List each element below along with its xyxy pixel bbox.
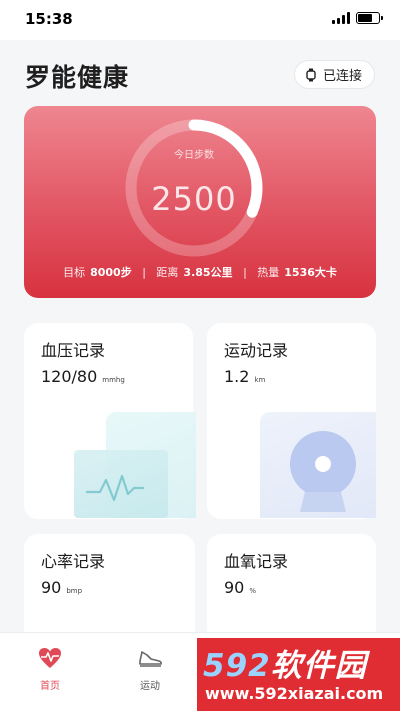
steps-card[interactable]: 今日步数 2500 目标 8000步 | 距离 3.85公里 | 热量 1536大卡: [24, 106, 376, 298]
goal-label: 目标: [63, 266, 86, 279]
battery-icon: [356, 12, 383, 24]
watch-icon: [306, 68, 316, 81]
status-bar: 15:38: [0, 0, 400, 40]
tab-home-label: 首页: [40, 681, 60, 692]
divider: |: [142, 266, 146, 279]
signal-icon: [332, 12, 350, 24]
connect-label: 已连接: [322, 69, 362, 84]
tab-sport[interactable]: 运动: [120, 647, 180, 692]
tab-home[interactable]: 首页: [20, 647, 80, 692]
tile-title: 心率记录: [41, 552, 106, 571]
divider: |: [243, 266, 247, 279]
blood-oxygen-tile[interactable]: 血氧记录 90%: [207, 534, 376, 644]
heart-pulse-icon: [39, 648, 61, 668]
steps-label: 今日步数: [174, 150, 214, 161]
watermark-url: www.592xiazai.com: [205, 684, 384, 703]
monitor-illustration: [74, 450, 168, 518]
calorie-value: 1536大卡: [284, 266, 337, 279]
steps-value: 2500: [151, 180, 237, 218]
pulse-wave-icon: [86, 474, 144, 502]
location-pin-icon: [290, 431, 356, 512]
page-title: 罗能健康: [25, 63, 130, 92]
tile-value: 1.2 km: [224, 367, 266, 386]
heart-rate-tile[interactable]: 心率记录 90 bmp: [24, 534, 195, 644]
distance-label: 距离: [156, 266, 179, 279]
watermark-logo: 592软件园 www.592xiazai.com: [197, 638, 400, 711]
steps-ring: 今日步数 2500: [124, 118, 264, 258]
distance-value: 3.85公里: [183, 266, 233, 279]
calorie-label: 热量: [257, 266, 280, 279]
tab-sport-label: 运动: [140, 681, 160, 692]
status-icons: [332, 12, 383, 24]
watermark-number: 592: [203, 648, 271, 684]
tile-value: 90 bmp: [41, 578, 83, 597]
goal-value: 8000步: [90, 266, 132, 279]
device-connected-button[interactable]: 已连接: [293, 60, 375, 89]
tile-title: 运动记录: [224, 341, 289, 360]
tile-value: 90%: [224, 578, 257, 597]
tile-title: 血压记录: [41, 341, 106, 360]
sneaker-icon: [139, 651, 162, 667]
watermark-brand: 软件园: [270, 648, 367, 684]
steps-stats: 目标 8000步 | 距离 3.85公里 | 热量 1536大卡: [24, 264, 376, 280]
exercise-illustration: [260, 412, 376, 518]
tile-title: 血氧记录: [224, 552, 289, 571]
header: 罗能健康 已连接: [0, 40, 400, 104]
status-time: 15:38: [25, 10, 73, 28]
tile-value: 120/80 mmhg: [41, 367, 125, 386]
